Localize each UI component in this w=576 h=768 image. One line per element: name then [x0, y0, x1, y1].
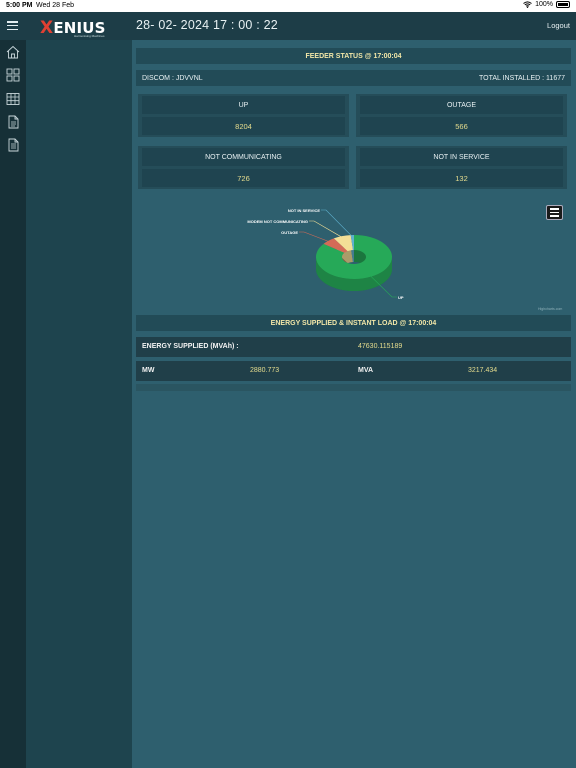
stat-value: 8204: [142, 117, 345, 135]
icon-sidebar: [0, 40, 26, 768]
battery-icon: [556, 1, 570, 8]
dashboard-grid-icon[interactable]: [6, 68, 20, 82]
total-installed-label: TOTAL INSTALLED : 11677: [479, 74, 565, 82]
discom-label: DISCOM : JDVVNL: [142, 74, 203, 82]
data-label-modem-not-communicating: MODEM NOT COMMUNICATING: [247, 219, 308, 224]
mw-label: MW: [142, 367, 155, 374]
energy-supplied-label: ENERGY SUPPLIED (MVAh) :: [142, 343, 239, 350]
energy-panel-footer: [136, 384, 571, 391]
instant-load-row: MW 2880.773 MVA 3217.434: [136, 361, 571, 381]
data-label-outage: OUTAGE: [281, 230, 298, 235]
chart-credit: Highcharts.com: [538, 307, 563, 311]
stat-card-not-communicating[interactable]: NOT COMMUNICATING 726: [138, 146, 349, 189]
leader-line-not-in-service: [321, 209, 353, 237]
stat-label: UP: [142, 96, 345, 114]
stat-label: NOT COMMUNICATING: [142, 148, 345, 166]
status-bar: 5:00 PM Wed 28 Feb 100%: [0, 0, 576, 12]
battery-percent: 100%: [535, 1, 553, 8]
stat-card-not-in-service[interactable]: NOT IN SERVICE 132: [356, 146, 567, 189]
header-datetime: 28- 02- 2024 17 : 00 : 22: [136, 18, 278, 32]
status-date: Wed 28 Feb: [36, 2, 75, 9]
stat-value: 726: [142, 169, 345, 187]
document-icon[interactable]: [6, 138, 20, 152]
feeder-status-donut-chart: UP OUTAGE MODEM NOT COMMUNICATING NOT IN SE…: [247, 208, 404, 300]
chart-export-menu-icon[interactable]: [546, 205, 563, 220]
stat-label: OUTAGE: [360, 96, 563, 114]
status-right: 100%: [523, 1, 570, 8]
app-header: XENIUS Harmonising Machines 28- 02- 2024…: [0, 12, 576, 40]
stat-card-up[interactable]: UP 8204: [138, 94, 349, 137]
report-icon[interactable]: [6, 115, 20, 129]
logout-button[interactable]: Logout: [547, 21, 570, 30]
feeder-status-title: FEEDER STATUS @ 17:00:04: [136, 48, 571, 64]
table-icon[interactable]: [6, 92, 20, 106]
wifi-icon: [523, 1, 532, 8]
energy-title: ENERGY SUPPLIED & INSTANT LOAD @ 17:00:0…: [136, 315, 571, 331]
energy-supplied-row: ENERGY SUPPLIED (MVAh) : 47630.115189: [136, 337, 571, 357]
logo-tagline: Harmonising Machines: [74, 34, 105, 38]
leader-line-modem-not-communicating: [309, 220, 344, 239]
data-label-up: UP: [398, 295, 404, 300]
stat-label: NOT IN SERVICE: [360, 148, 563, 166]
menu-toggle-icon[interactable]: [7, 21, 18, 30]
leader-line-outage: [299, 231, 331, 243]
mw-value: 2880.773: [250, 367, 280, 374]
xenius-logo: XENIUS Harmonising Machines: [40, 18, 116, 38]
status-time: 5:00 PM: [6, 2, 33, 9]
mva-value: 3217.434: [468, 367, 498, 374]
home-icon[interactable]: [6, 45, 20, 59]
nav-panel: [26, 40, 132, 768]
mva-label: MVA: [358, 367, 374, 374]
stat-value: 132: [360, 169, 563, 187]
stat-card-outage[interactable]: OUTAGE 566: [356, 94, 567, 137]
discom-row: DISCOM : JDVVNL TOTAL INSTALLED : 11677: [136, 70, 571, 86]
stat-value: 566: [360, 117, 563, 135]
energy-supplied-value: 47630.115189: [358, 343, 403, 350]
data-label-not-in-service: NOT IN SERVICE: [288, 208, 320, 213]
